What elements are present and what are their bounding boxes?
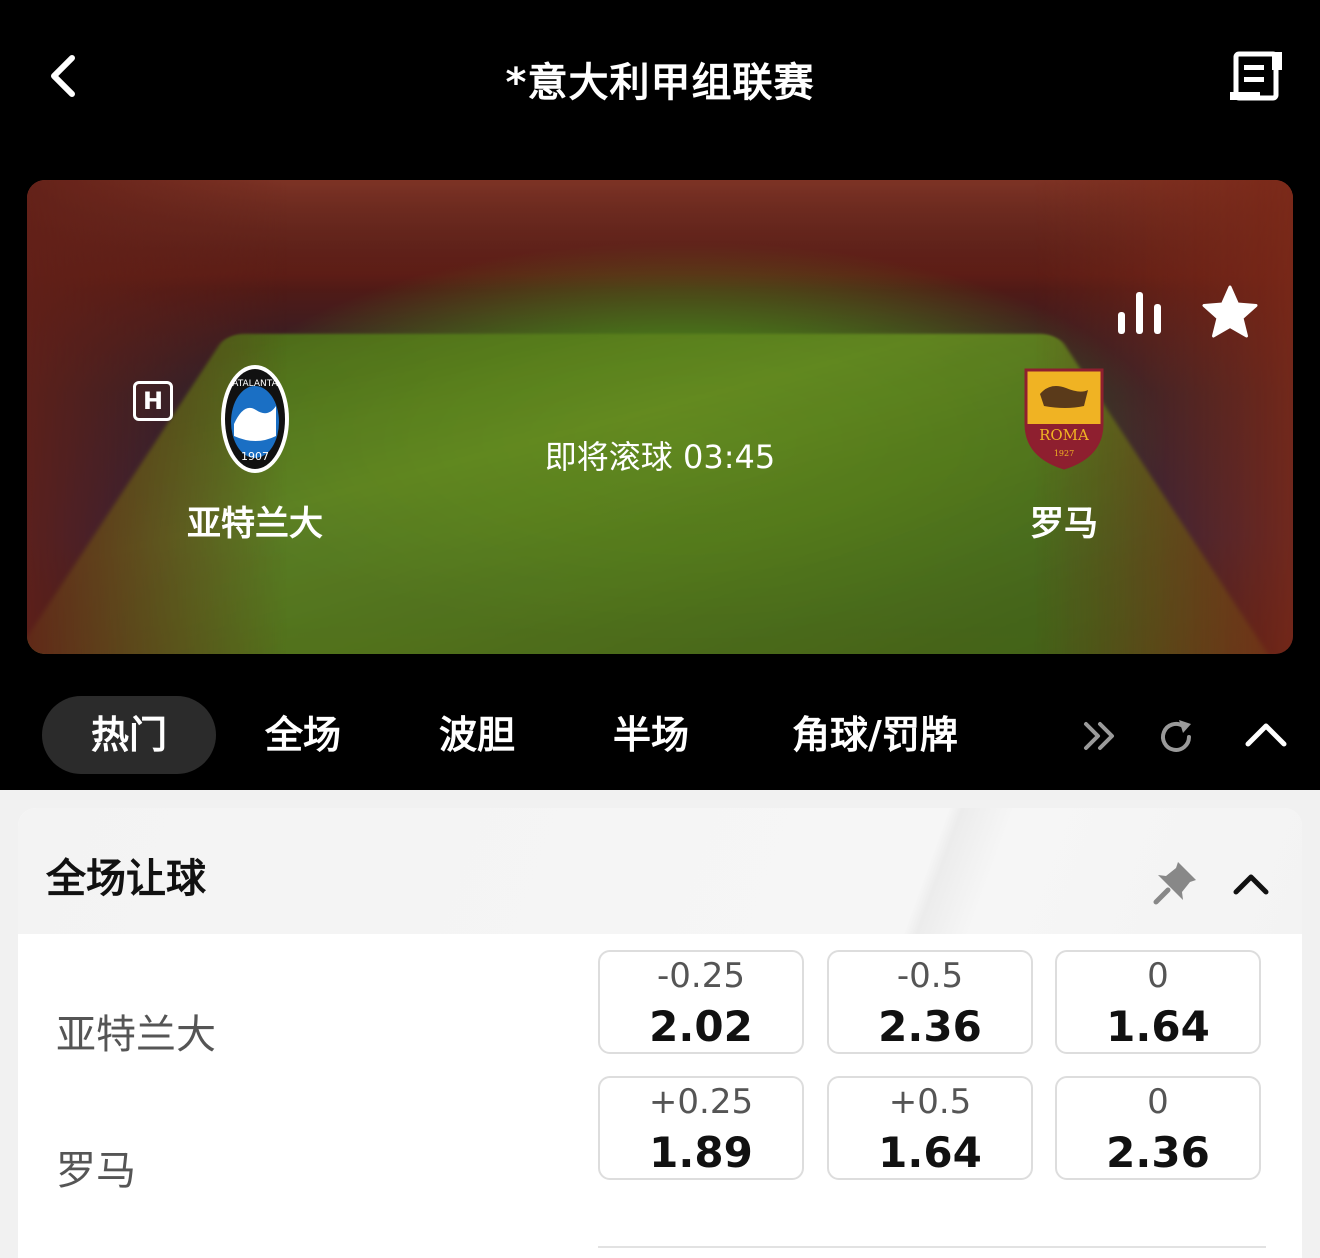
odds-price: 2.02 bbox=[649, 1002, 753, 1051]
market-title: 全场让球 bbox=[46, 856, 206, 902]
page-title: *意大利甲组联赛 bbox=[505, 60, 815, 106]
odds-button[interactable]: -0.5 2.36 bbox=[827, 950, 1033, 1054]
odds-price: 2.36 bbox=[1106, 1128, 1210, 1177]
tab-fulltime[interactable]: 全场 bbox=[230, 696, 376, 774]
refresh-icon[interactable] bbox=[1155, 716, 1197, 758]
market-panel: 全场让球 亚特兰大 罗马 -0.25 2.02 -0.5 2.36 0 1.64… bbox=[0, 790, 1320, 1258]
odds-button[interactable]: -0.25 2.02 bbox=[598, 950, 804, 1054]
chevron-up-icon[interactable] bbox=[1232, 872, 1270, 896]
tab-hot[interactable]: 热门 bbox=[42, 696, 216, 774]
home-badge: H bbox=[133, 381, 173, 421]
odds-price: 1.89 bbox=[649, 1128, 753, 1177]
market-tabs: 热门 全场 波胆 半场 角球/罚牌 bbox=[0, 680, 1320, 790]
away-team-name: 罗马 bbox=[1030, 504, 1098, 544]
favorite-star-icon[interactable] bbox=[1200, 284, 1260, 340]
market-card: 全场让球 亚特兰大 罗马 -0.25 2.02 -0.5 2.36 0 1.64… bbox=[18, 808, 1302, 1258]
tab-halftime[interactable]: 半场 bbox=[578, 696, 724, 774]
tab-corners-cards[interactable]: 角球/罚牌 bbox=[770, 696, 980, 774]
odds-button[interactable]: 0 1.64 bbox=[1055, 950, 1261, 1054]
stats-icon[interactable] bbox=[1114, 288, 1166, 336]
pin-icon[interactable] bbox=[1152, 858, 1200, 906]
odds-price: 1.64 bbox=[878, 1128, 982, 1177]
odds-button[interactable]: 0 2.36 bbox=[1055, 1076, 1261, 1180]
divider bbox=[598, 1246, 1266, 1248]
svg-text:ROMA: ROMA bbox=[1039, 426, 1089, 444]
match-status: 即将滚球 03:45 bbox=[544, 438, 776, 476]
atalanta-logo: ATALANTA 1907 bbox=[221, 365, 289, 473]
svg-text:1907: 1907 bbox=[241, 450, 269, 463]
svg-text:1927: 1927 bbox=[1054, 449, 1074, 458]
tab-correct-score[interactable]: 波胆 bbox=[404, 696, 550, 774]
handicap-line: 0 bbox=[1147, 1082, 1169, 1122]
handicap-line: +0.25 bbox=[648, 1082, 754, 1122]
home-team-name: 亚特兰大 bbox=[187, 504, 323, 544]
betslip-icon[interactable] bbox=[1226, 48, 1288, 104]
handicap-line: +0.5 bbox=[888, 1082, 972, 1122]
odds-button[interactable]: +0.5 1.64 bbox=[827, 1076, 1033, 1180]
handicap-line: 0 bbox=[1147, 956, 1169, 996]
handicap-line: -0.5 bbox=[896, 956, 964, 996]
row-team-away: 罗马 bbox=[56, 1148, 136, 1194]
svg-text:ATALANTA: ATALANTA bbox=[232, 379, 278, 389]
top-bar: *意大利甲组联赛 bbox=[0, 0, 1320, 150]
odds-price: 2.36 bbox=[878, 1002, 982, 1051]
handicap-line: -0.25 bbox=[657, 956, 745, 996]
double-chevron-right-icon[interactable] bbox=[1060, 718, 1120, 754]
row-team-home: 亚特兰大 bbox=[56, 1012, 216, 1058]
odds-button[interactable]: +0.25 1.89 bbox=[598, 1076, 804, 1180]
chevron-up-icon[interactable] bbox=[1244, 720, 1288, 748]
roma-logo: ROMA 1927 bbox=[1024, 368, 1104, 470]
odds-price: 1.64 bbox=[1106, 1002, 1210, 1051]
market-card-header[interactable]: 全场让球 bbox=[18, 808, 1302, 934]
